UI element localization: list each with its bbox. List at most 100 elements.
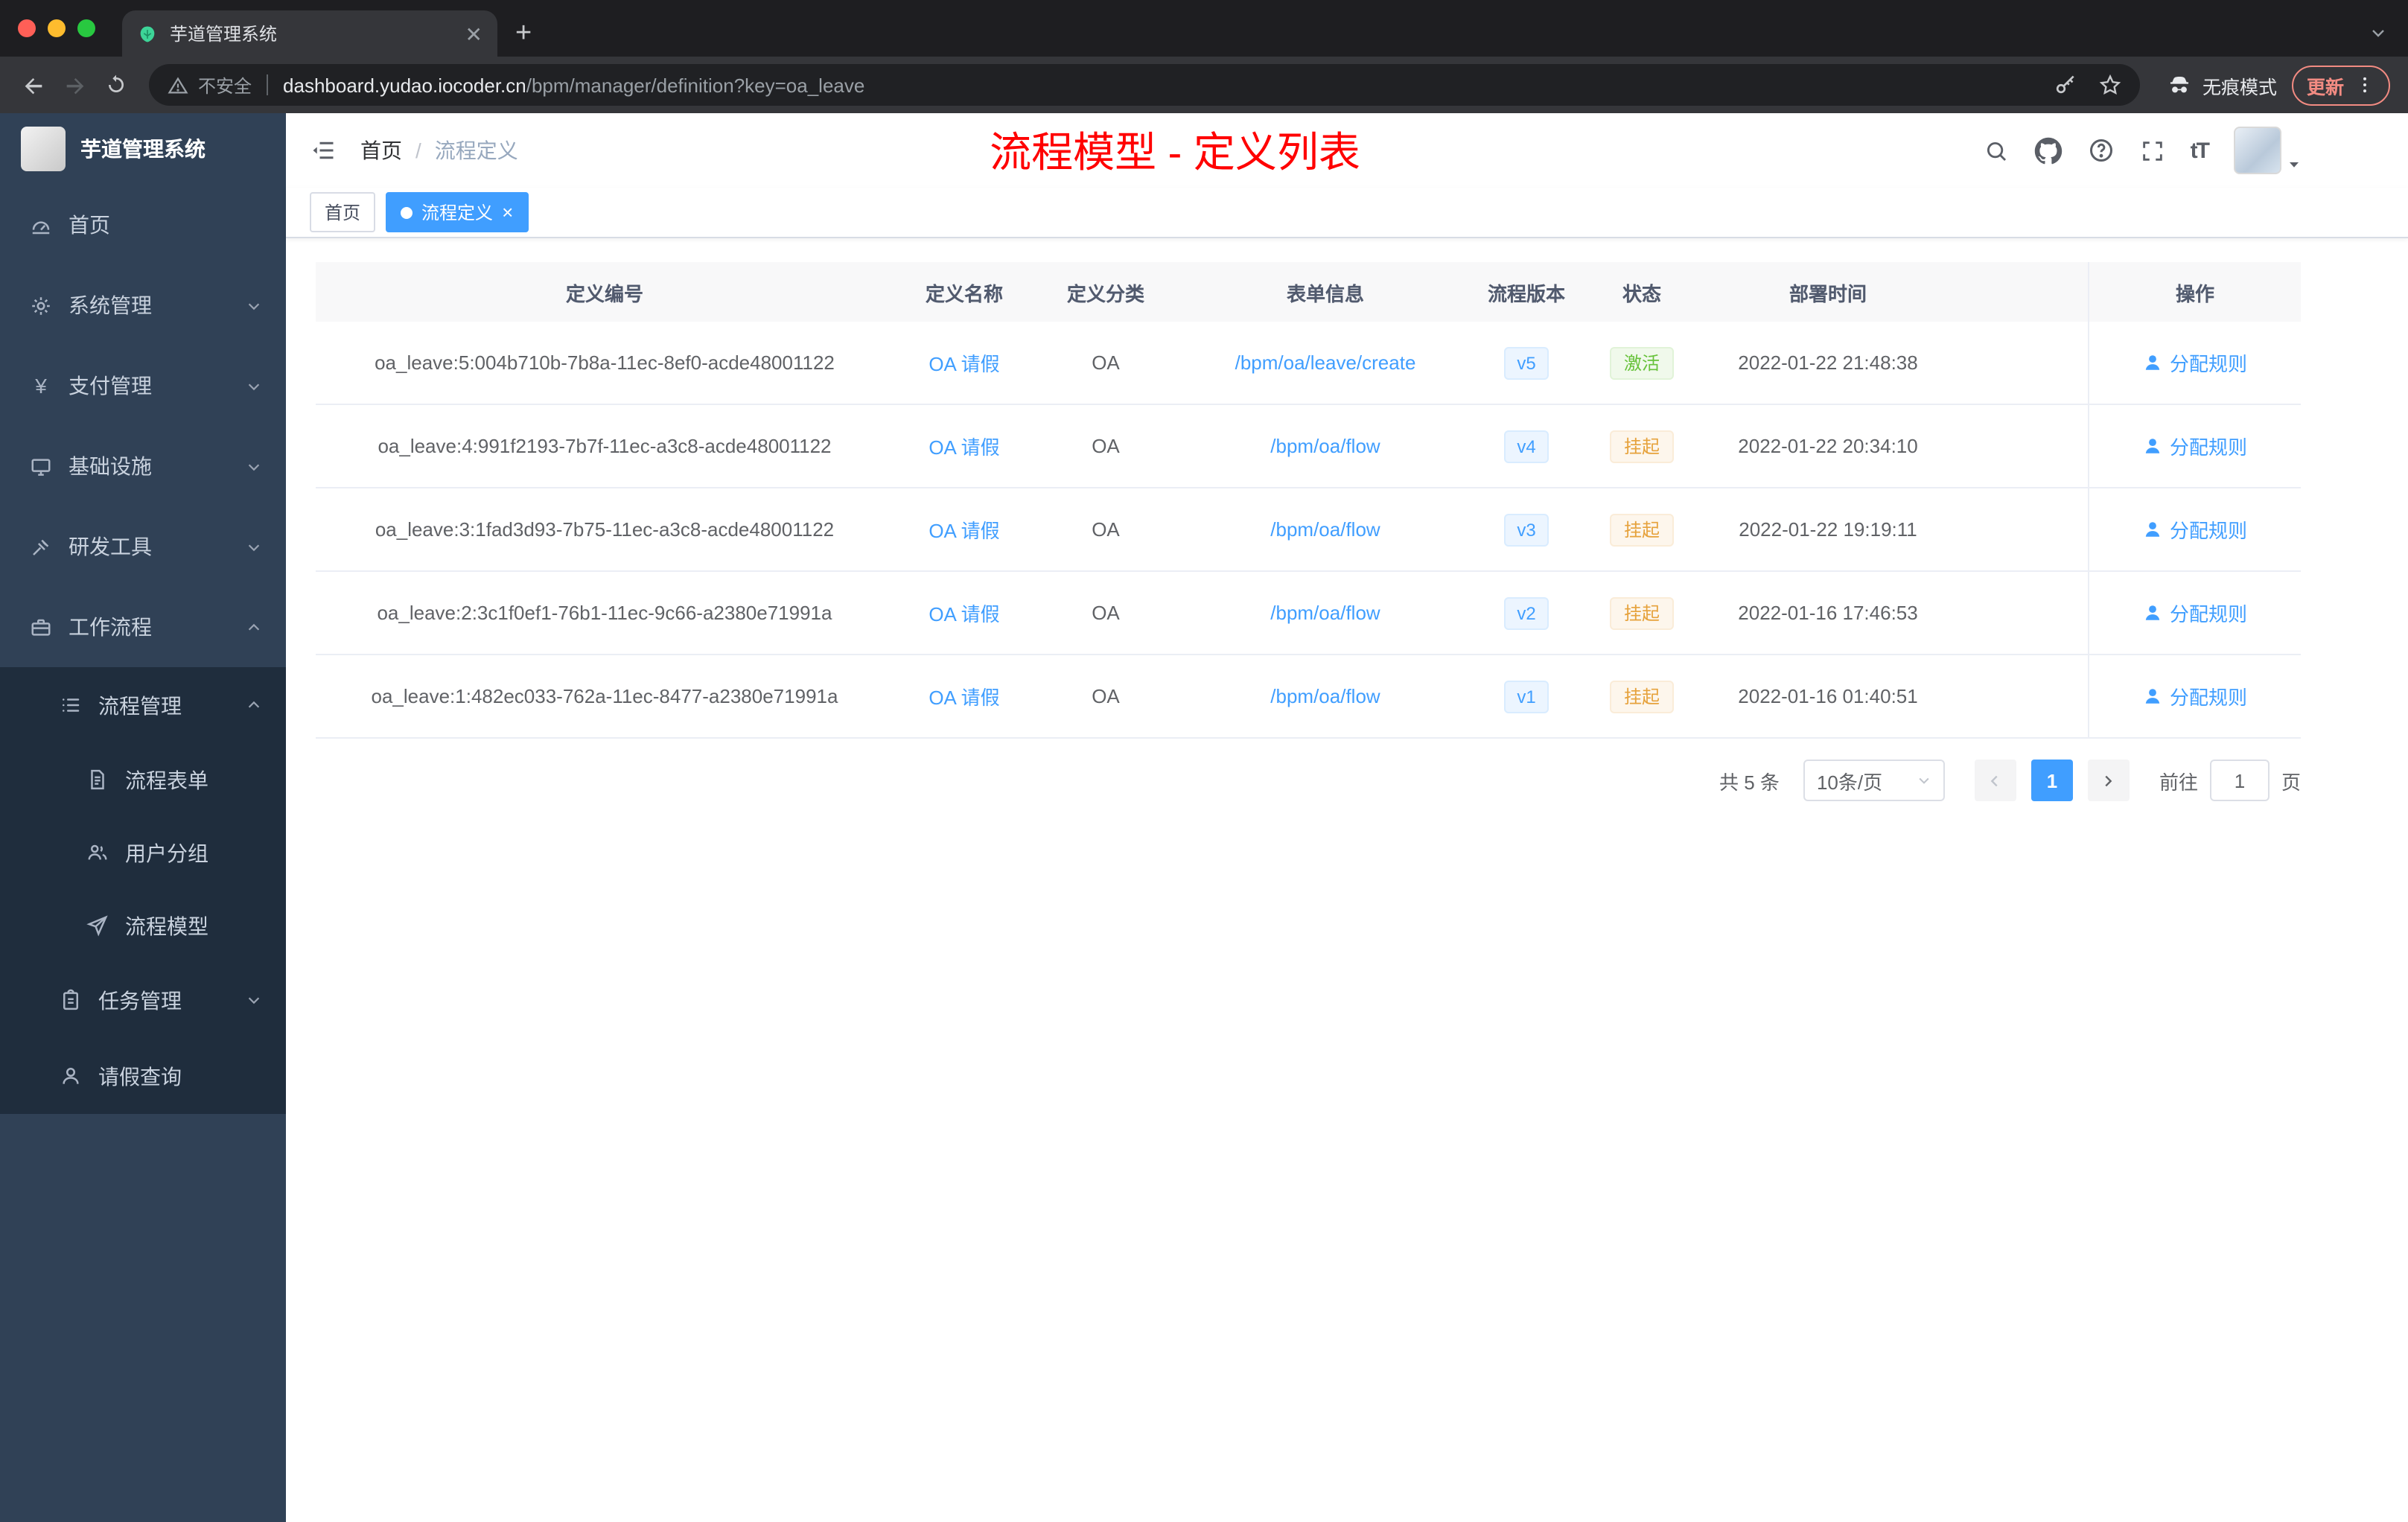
sidebar-item-payment[interactable]: ¥ 支付管理 <box>0 346 286 426</box>
next-page-button[interactable] <box>2087 760 2130 801</box>
zoom-window-button[interactable] <box>77 19 95 37</box>
status-badge: 挂起 <box>1610 430 1673 462</box>
help-icon[interactable] <box>2088 137 2115 164</box>
page-goto-input[interactable] <box>2209 760 2270 801</box>
minimize-window-button[interactable] <box>48 19 66 37</box>
assign-rule-label: 分配规则 <box>2169 353 2247 375</box>
star-icon[interactable] <box>2098 73 2122 97</box>
definition-name-link[interactable]: OA 请假 <box>929 348 999 377</box>
goto-label: 前往 <box>2159 771 2198 793</box>
tag-process-definition[interactable]: 流程定义 × <box>386 192 529 232</box>
status-badge: 激活 <box>1610 346 1673 379</box>
sidebar-item-task-mgmt[interactable]: 任务管理 <box>0 962 286 1038</box>
github-icon[interactable] <box>2034 136 2063 165</box>
prev-page-button[interactable] <box>1974 760 2016 801</box>
column-header: 定义名称 <box>925 282 1003 305</box>
hamburger-icon[interactable] <box>310 137 337 164</box>
reload-icon[interactable] <box>95 64 137 106</box>
sidebar-item-process-mgmt[interactable]: 流程管理 <box>0 667 286 743</box>
chevron-down-icon <box>1917 773 1931 788</box>
assign-rule-link[interactable]: 分配规则 <box>2143 599 2247 627</box>
brand-name: 芋道管理系统 <box>80 137 206 161</box>
definition-name-link[interactable]: OA 请假 <box>929 682 999 710</box>
definition-name-link[interactable]: OA 请假 <box>929 599 999 627</box>
dashboard-icon <box>30 214 52 236</box>
form-link[interactable]: /bpm/oa/flow <box>1270 602 1380 624</box>
sidebar-item-system[interactable]: 系统管理 <box>0 265 286 346</box>
definition-name-link[interactable]: OA 请假 <box>929 432 999 460</box>
page-label: 页 <box>2281 771 2301 793</box>
tag-close-icon[interactable]: × <box>502 203 513 222</box>
screenshot-root: 芋道管理系统 ✕ + 不安全 dashboard.yudao.iocoder.c… <box>0 0 2408 1522</box>
sidebar-item-process-model[interactable]: 流程模型 <box>0 889 286 962</box>
assign-rule-link[interactable]: 分配规则 <box>2143 515 2247 544</box>
assign-rule-link[interactable]: 分配规则 <box>2143 348 2247 377</box>
document-icon <box>86 768 109 791</box>
version-tag: v5 <box>1503 346 1549 379</box>
browser-tab[interactable]: 芋道管理系统 ✕ <box>122 10 497 57</box>
sidebar-item-home[interactable]: 首页 <box>0 185 286 265</box>
status-badge: 挂起 <box>1610 680 1673 713</box>
form-link[interactable]: /bpm/oa/flow <box>1270 685 1380 707</box>
list-icon <box>60 694 82 716</box>
security-label: 不安全 <box>198 75 252 96</box>
user-menu[interactable] <box>2234 127 2301 174</box>
back-icon[interactable] <box>12 64 54 106</box>
url-domain: dashboard.yudao.iocoder.cn <box>283 74 526 96</box>
incognito-badge[interactable]: 无痕模式 <box>2152 71 2292 99</box>
address-bar[interactable]: 不安全 dashboard.yudao.iocoder.cn/bpm/manag… <box>149 64 2140 106</box>
cell-filler <box>1951 655 2088 737</box>
key-icon[interactable] <box>2054 73 2077 97</box>
version-tag: v2 <box>1503 596 1549 629</box>
definition-name-link[interactable]: OA 请假 <box>929 515 999 544</box>
cell-filler <box>1951 572 2088 654</box>
assign-rule-link[interactable]: 分配规则 <box>2143 432 2247 460</box>
column-header: 操作 <box>2088 262 2301 322</box>
fullscreen-icon[interactable] <box>2140 138 2165 163</box>
paper-plane-icon <box>86 914 109 937</box>
update-button[interactable]: 更新 <box>2291 65 2390 105</box>
close-window-button[interactable] <box>18 19 36 37</box>
chevron-up-icon <box>246 697 262 713</box>
status-badge: 挂起 <box>1610 596 1673 629</box>
current-page-button[interactable]: 1 <box>2030 760 2073 801</box>
assign-rule-link[interactable]: 分配规则 <box>2143 682 2247 710</box>
assign-rule-label: 分配规则 <box>2169 687 2247 709</box>
sidebar-item-workflow[interactable]: 工作流程 <box>0 587 286 667</box>
tab-search-icon[interactable] <box>2369 24 2387 42</box>
forward-icon[interactable] <box>54 64 95 106</box>
person-icon <box>2145 439 2160 453</box>
search-icon[interactable] <box>1984 138 2009 163</box>
version-tag: v4 <box>1503 430 1549 462</box>
avatar[interactable] <box>2234 127 2281 174</box>
page-size-select[interactable]: 10条/页 <box>1803 760 1945 801</box>
breadcrumb-home[interactable]: 首页 <box>360 136 402 165</box>
column-header: 表单信息 <box>1286 282 1364 305</box>
definition-id: oa_leave:2:3c1f0ef1-76b1-11ec-9c66-a2380… <box>377 602 832 624</box>
assign-rule-label: 分配规则 <box>2169 436 2247 459</box>
new-tab-button[interactable]: + <box>515 19 532 48</box>
sidebar-item-user-group[interactable]: 用户分组 <box>0 816 286 889</box>
column-header: 部署时间 <box>1789 282 1867 305</box>
font-size-icon[interactable]: tT <box>2191 138 2210 163</box>
address-divider <box>267 74 269 95</box>
definition-category: OA <box>1092 518 1120 541</box>
cell-filler <box>1951 405 2088 487</box>
tag-home[interactable]: 首页 <box>310 192 376 232</box>
sidebar-item-devtools[interactable]: 研发工具 <box>0 506 286 587</box>
tab-title: 芋道管理系统 <box>170 24 278 45</box>
column-header: 定义分类 <box>1066 282 1144 305</box>
sidebar-item-leave-query[interactable]: 请假查询 <box>0 1038 286 1114</box>
sidebar-item-process-form[interactable]: 流程表单 <box>0 743 286 816</box>
chevron-up-icon <box>246 619 262 635</box>
sidebar-item-infra[interactable]: 基础设施 <box>0 426 286 506</box>
tab-close-icon[interactable]: ✕ <box>465 23 482 44</box>
sidebar: 芋道管理系统 首页 系统管理 ¥ 支付管理 基础设施 研发工具 工作流程 流程管… <box>0 113 286 1522</box>
sidebar-item-label: 基础设施 <box>69 454 152 478</box>
form-link[interactable]: /bpm/oa/leave/create <box>1235 351 1416 374</box>
form-link[interactable]: /bpm/oa/flow <box>1270 518 1380 541</box>
form-link[interactable]: /bpm/oa/flow <box>1270 435 1380 457</box>
menu-dots-icon[interactable] <box>2354 74 2375 95</box>
sidebar-brand: 芋道管理系统 <box>0 113 286 185</box>
main-area: 首页 / 流程定义 流程模型 - 定义列表 tT 首页 流程定义 × 定义编号 … <box>286 113 2408 1522</box>
